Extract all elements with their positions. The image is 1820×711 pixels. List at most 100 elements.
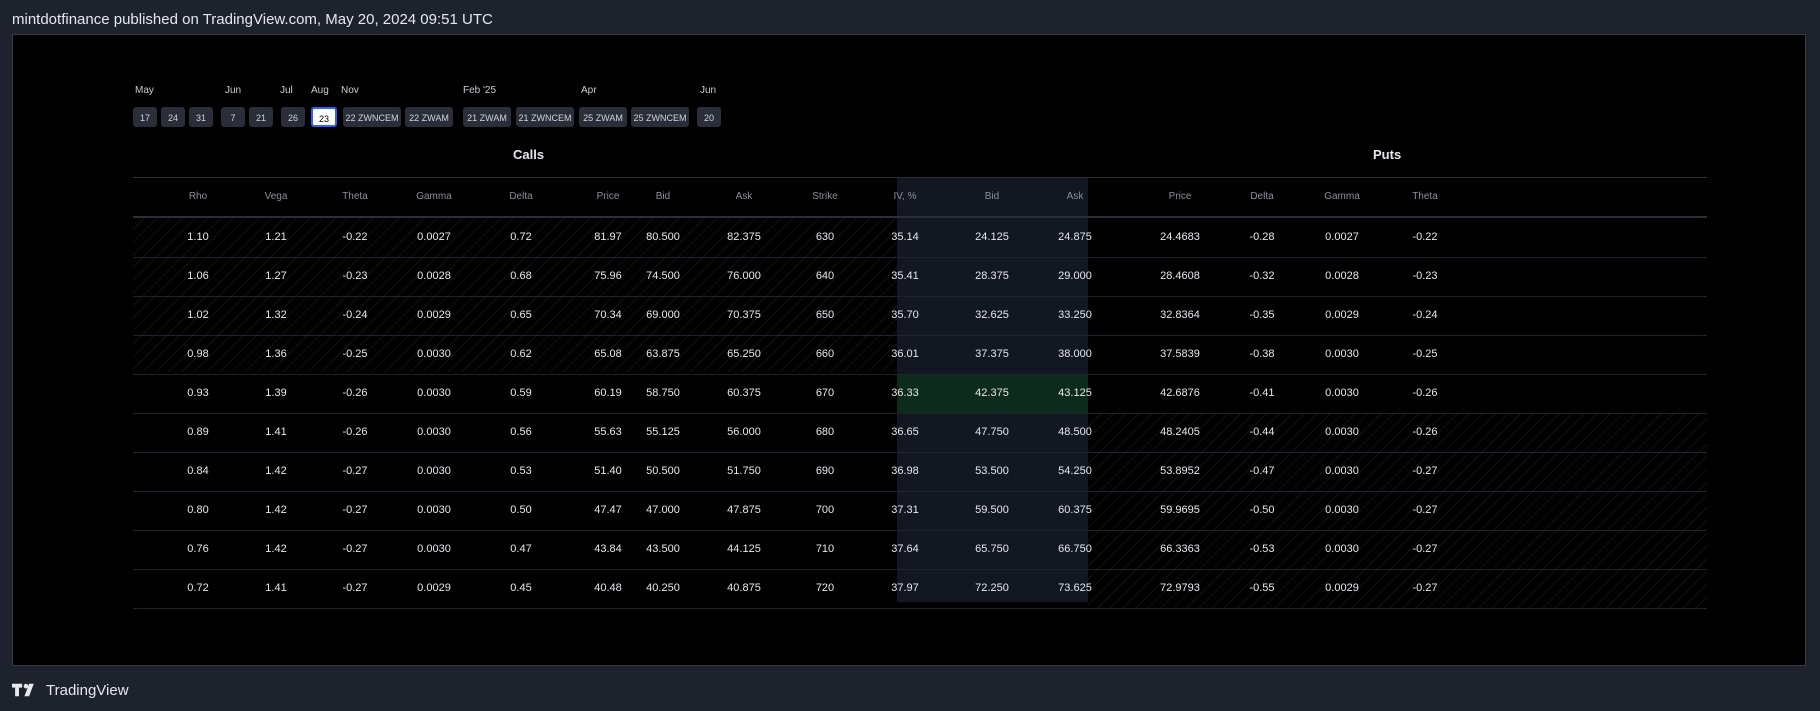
expiration-date-button[interactable]: 21 (249, 107, 273, 127)
table-cell: -0.26 (1412, 387, 1438, 399)
table-cell: 0.0028 (417, 270, 451, 282)
expiration-date-button[interactable]: 31 (189, 107, 213, 127)
table-cell: 82.375 (727, 231, 761, 243)
expiration-date-button[interactable]: 23 (311, 107, 337, 127)
table-cell: 32.625 (975, 309, 1009, 321)
column-header: Ask (735, 191, 753, 202)
expiration-date-button[interactable]: 24 (161, 107, 185, 127)
table-row[interactable]: 0.84 1.42 -0.27 0.0030 0.53 51.40 50.500 51.750… (133, 452, 1707, 492)
table-cell: 37.5839 (1160, 348, 1200, 360)
column-header: Price (1168, 191, 1192, 202)
expiration-months: May Jun Jul Aug Nov Feb '25 Apr Jun (135, 85, 935, 99)
table-cell: 60.375 (1058, 504, 1092, 516)
table-cell: 33.250 (1058, 309, 1092, 321)
table-cell: 44.125 (727, 543, 761, 555)
tradingview-logo-icon (12, 683, 34, 697)
table-cell: 55.125 (646, 426, 680, 438)
table-row[interactable]: 0.80 1.42 -0.27 0.0030 0.50 47.47 47.000 47.875… (133, 491, 1707, 531)
table-cell: 670 (815, 387, 835, 399)
table-cell: 63.875 (646, 348, 680, 360)
table-row[interactable]: 0.72 1.41 -0.27 0.0029 0.45 40.48 40.250 40.875… (133, 569, 1707, 609)
table-cell: 70.375 (727, 309, 761, 321)
table-cell: 0.0030 (1325, 348, 1359, 360)
column-header: Theta (342, 191, 368, 202)
table-cell: 24.4683 (1160, 231, 1200, 243)
table-cell: 24.125 (975, 231, 1009, 243)
expiration-date-button[interactable]: 20 (697, 107, 721, 127)
options-chain-panel: May Jun Jul Aug Nov Feb '25 Apr Jun 17 24 31 7 21 26… (12, 34, 1806, 666)
expiration-date-button[interactable]: 21 ZWAM (463, 107, 511, 127)
table-cell: 32.8364 (1160, 309, 1200, 321)
table-cell: 24.875 (1058, 231, 1092, 243)
table-cell: -0.28 (1249, 231, 1275, 243)
table-cell: -0.38 (1249, 348, 1275, 360)
expiration-date-button[interactable]: 7 (221, 107, 245, 127)
table-cell: 37.375 (975, 348, 1009, 360)
table-cell: -0.24 (342, 309, 368, 321)
table-cell: 0.0030 (1325, 543, 1359, 555)
table-cell: 1.06 (187, 270, 209, 282)
table-header-row: Rho Vega Theta Gamma Delta Price Bid Ask Strike I… (133, 178, 1707, 218)
table-cell: 0.53 (510, 465, 532, 477)
table-row[interactable]: 1.06 1.27 -0.23 0.0028 0.68 75.96 74.500 76.000… (133, 257, 1707, 297)
table-cell: 0.72 (187, 582, 209, 594)
column-header: Vega (264, 191, 288, 202)
table-cell: 59.500 (975, 504, 1009, 516)
table-row[interactable]: 1.02 1.32 -0.24 0.0029 0.65 70.34 69.000 70.375… (133, 296, 1707, 336)
calls-title: Calls (513, 147, 545, 162)
table-cell: 1.10 (187, 231, 209, 243)
table-cell: 1.27 (265, 270, 287, 282)
table-cell: 0.0028 (1325, 270, 1359, 282)
puts-title: Puts (1373, 147, 1402, 162)
table-cell: -0.27 (1412, 504, 1438, 516)
table-cell: 72.9793 (1160, 582, 1200, 594)
expiration-date-button[interactable]: 25 ZWAM (579, 107, 627, 127)
table-cell: 48.2405 (1160, 426, 1200, 438)
table-cell: 700 (815, 504, 835, 516)
column-header: Bid (655, 191, 671, 202)
table-row[interactable]: 0.76 1.42 -0.27 0.0030 0.47 43.84 43.500 44.125… (133, 530, 1707, 570)
table-cell: 0.0027 (1325, 231, 1359, 243)
table-cell: 0.65 (510, 309, 532, 321)
table-cell: 1.02 (187, 309, 209, 321)
expiration-date-button[interactable]: 22 ZWAM (405, 107, 453, 127)
table-cell: -0.24 (1412, 309, 1438, 321)
table-row[interactable]: 0.89 1.41 -0.26 0.0030 0.56 55.63 55.125 56.000… (133, 413, 1707, 453)
table-row[interactable]: 0.98 1.36 -0.25 0.0030 0.62 65.08 63.875 65.250… (133, 335, 1707, 375)
table-cell: 0.80 (187, 504, 209, 516)
column-header: Delta (1250, 191, 1274, 202)
table-cell: 43.500 (646, 543, 680, 555)
expiration-date-button[interactable]: 26 (281, 107, 305, 127)
table-cell: 0.98 (187, 348, 209, 360)
table-cell: 1.42 (265, 465, 287, 477)
table-row[interactable]: 0.93 1.39 -0.26 0.0030 0.59 60.19 58.750 60.375… (133, 374, 1707, 414)
table-cell: 28.4608 (1160, 270, 1200, 282)
table-cell: 0.0027 (417, 231, 451, 243)
table-cell: 66.750 (1058, 543, 1092, 555)
table-cell: 0.0030 (417, 387, 451, 399)
table-cell: 47.000 (646, 504, 680, 516)
table-cell: 1.42 (265, 504, 287, 516)
table-cell: -0.53 (1249, 543, 1275, 555)
expiration-date-button[interactable]: 17 (133, 107, 157, 127)
table-cell: 1.32 (265, 309, 287, 321)
table-cell: 0.50 (510, 504, 532, 516)
table-cell: 640 (815, 270, 835, 282)
table-cell: 0.0030 (417, 543, 451, 555)
expiration-date-button[interactable]: 22 ZWNCEM (343, 107, 401, 127)
table-cell: 51.750 (727, 465, 761, 477)
table-cell: 0.0030 (417, 465, 451, 477)
table-cell: -0.41 (1249, 387, 1275, 399)
expiration-date-button[interactable]: 25 ZWNCEM (631, 107, 689, 127)
table-row[interactable]: 1.10 1.21 -0.22 0.0027 0.72 81.97 80.500 82.375… (133, 218, 1707, 258)
table-cell: -0.55 (1249, 582, 1275, 594)
table-cell: 0.84 (187, 465, 209, 477)
table-cell: 60.375 (727, 387, 761, 399)
table-cell: 1.42 (265, 543, 287, 555)
column-header: Strike (812, 191, 838, 202)
table-cell: 0.68 (510, 270, 532, 282)
table-cell: 1.41 (265, 582, 287, 594)
table-cell: 80.500 (646, 231, 680, 243)
table-cell: -0.27 (1412, 465, 1438, 477)
expiration-date-button[interactable]: 21 ZWNCEM (516, 107, 574, 127)
